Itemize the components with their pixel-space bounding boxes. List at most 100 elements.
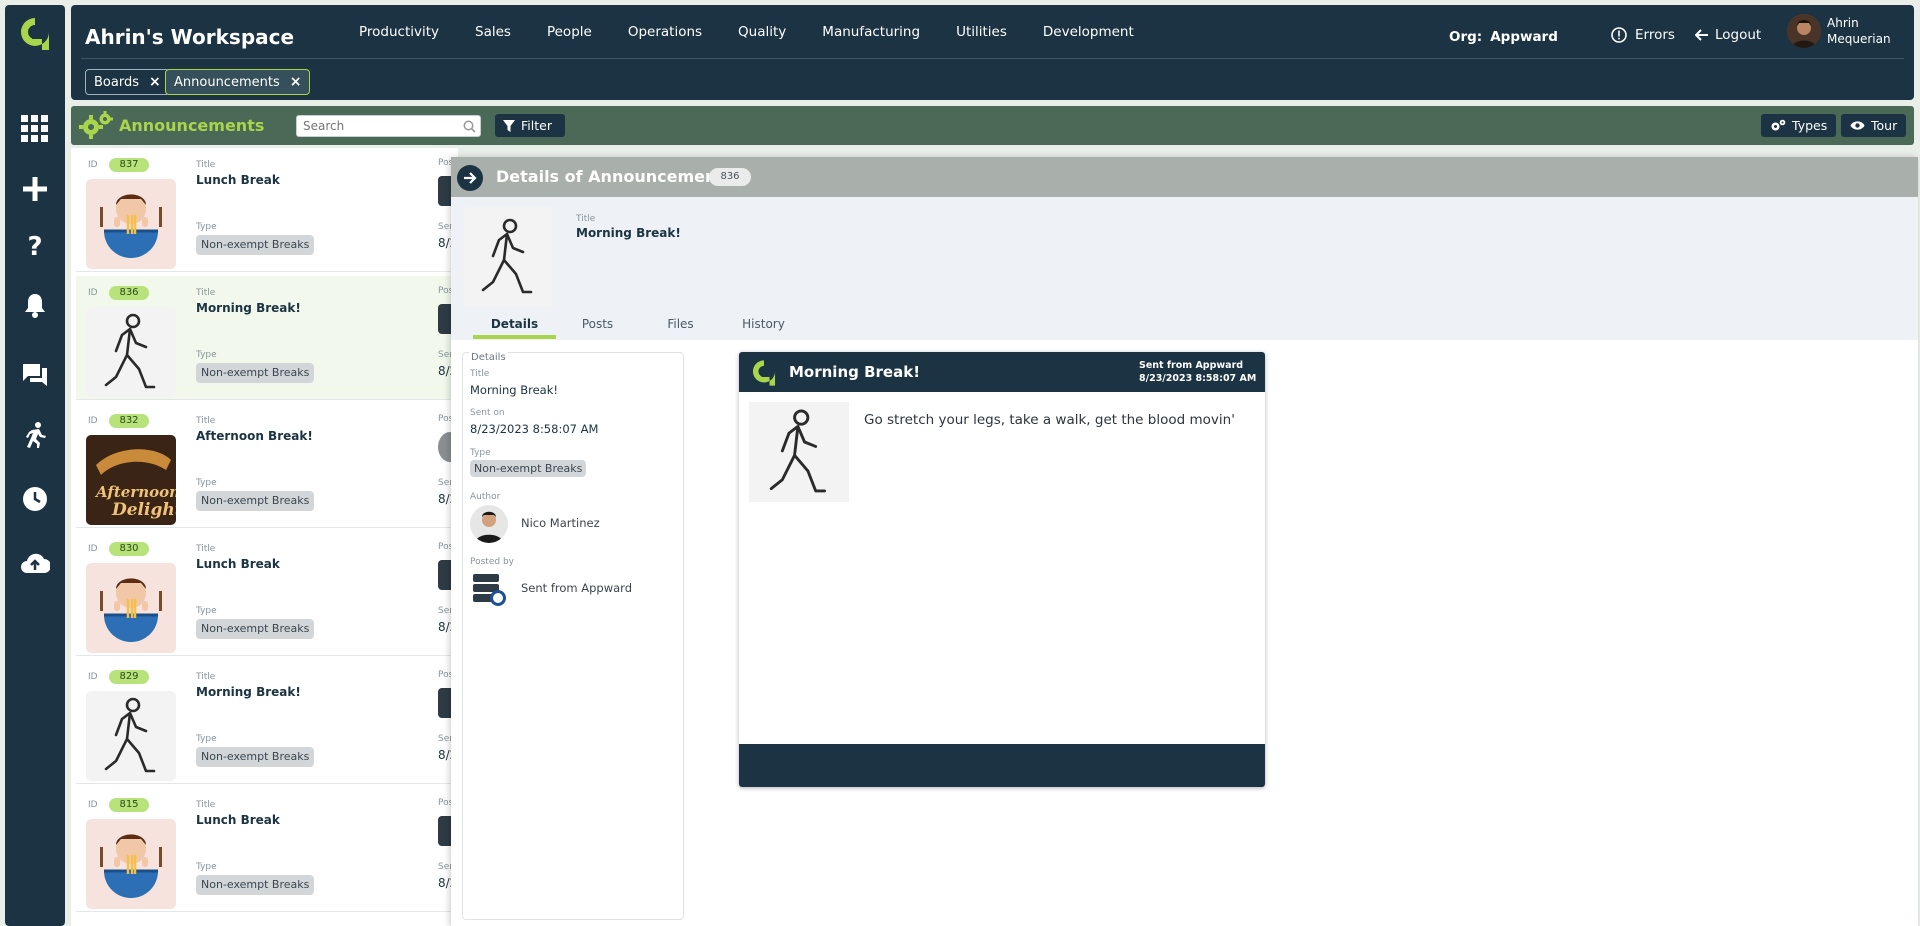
collapse-panel-button[interactable] (457, 165, 483, 191)
org-indicator: Org: Appward (1449, 29, 1558, 45)
module-title: Announcements (119, 116, 265, 135)
types-button[interactable]: Types (1761, 114, 1837, 137)
nav-quality[interactable]: Quality (738, 24, 786, 40)
nav-operations[interactable]: Operations (628, 24, 702, 40)
left-rail: ? (5, 5, 65, 926)
tour-button[interactable]: Tour (1841, 114, 1907, 137)
server-icon (470, 570, 508, 608)
org-name: Appward (1490, 29, 1558, 45)
item-title: Lunch Break (196, 557, 280, 571)
nav-manufacturing[interactable]: Manufacturing (822, 24, 920, 40)
funnel-icon (503, 119, 515, 132)
clock-icon[interactable] (19, 483, 51, 515)
type-tag: Non-exempt Breaks (196, 875, 315, 895)
search-icon[interactable] (463, 118, 476, 137)
announcement-detail-panel: Details of Announcement 836 Title Mornin… (451, 157, 1918, 926)
logout-label: Logout (1715, 27, 1762, 43)
walker-thumbnail (749, 402, 849, 502)
id-badge: 815 (109, 798, 149, 812)
id-badge: 829 (109, 670, 149, 684)
list-item[interactable]: ID 832 Afternoon Delight Title Afternoon … (76, 404, 458, 528)
id-badge: 832 (109, 414, 149, 428)
nav-people[interactable]: People (547, 24, 592, 40)
noodles-thumbnail (86, 563, 176, 653)
preview-body: Go stretch your legs, take a walk, get t… (864, 412, 1235, 428)
eye-icon (1850, 121, 1865, 130)
org-label: Org: (1449, 29, 1483, 45)
item-title: Lunch Break (196, 813, 280, 827)
nav-productivity[interactable]: Productivity (359, 24, 439, 40)
filter-button[interactable]: Filter (495, 114, 565, 137)
svg-text:Afternoon: Afternoon (94, 483, 176, 501)
detail-title-value: Morning Break! (470, 383, 558, 397)
chat-icon[interactable] (19, 359, 51, 391)
list-item[interactable]: ID 815 Title Lunch Break Type Non-exempt… (76, 788, 458, 912)
preview-title: Morning Break! (789, 363, 921, 381)
item-title: Morning Break! (196, 301, 301, 315)
types-label: Types (1792, 118, 1828, 133)
plus-icon[interactable] (19, 173, 51, 205)
help-icon[interactable]: ? (19, 229, 51, 261)
detail-type-tag: Non-exempt Breaks (470, 460, 587, 477)
preview-sent-info: Sent from Appward 8/23/2023 8:58:07 AM (1139, 360, 1257, 384)
nav-sales[interactable]: Sales (475, 24, 511, 40)
cloud-upload-icon[interactable] (19, 547, 51, 579)
preview-header: Morning Break! Sent from Appward 8/23/20… (739, 352, 1265, 392)
search-input[interactable] (296, 115, 481, 137)
close-icon[interactable]: × (149, 74, 161, 90)
close-icon[interactable]: × (290, 74, 302, 90)
tab-posts[interactable]: Posts (556, 317, 639, 339)
appward-logo-icon (749, 358, 779, 392)
noodles-thumbnail (86, 819, 176, 909)
module-toolbar: Announcements Filter Types Tour (71, 106, 1914, 145)
svg-text:?: ? (27, 232, 42, 258)
gears-icon (79, 111, 113, 143)
list-item[interactable]: ID 837 Title Lunch Break Type Non-exempt… (76, 148, 458, 272)
tab-files[interactable]: Files (639, 317, 722, 339)
list-item[interactable]: ID 836 Title Morning Break! Type Non-exe… (76, 276, 458, 400)
open-tab-label: Announcements (174, 74, 280, 90)
detail-tabs: Details Posts Files History (473, 317, 805, 339)
detail-summary-title: Morning Break! (576, 226, 681, 240)
errors-button[interactable]: Errors (1611, 27, 1675, 43)
walker-thumbnail (463, 207, 553, 307)
noodles-thumbnail (86, 179, 176, 269)
detail-id-badge: 836 (709, 168, 751, 186)
logout-button[interactable]: Logout (1695, 27, 1761, 43)
top-header: Ahrin's Workspace Productivity Sales Peo… (71, 5, 1914, 100)
walker-thumbnail (86, 691, 176, 781)
open-tab-boards[interactable]: Boards × (85, 69, 170, 95)
main-nav: Productivity Sales People Operations Qua… (359, 5, 1170, 59)
detail-sent-value: 8/23/2023 8:58:07 AM (470, 422, 599, 436)
preview-footer (739, 744, 1265, 787)
bell-icon[interactable] (19, 289, 51, 321)
item-title: Afternoon Break! (196, 429, 313, 443)
nav-development[interactable]: Development (1043, 24, 1134, 40)
user-avatar (1787, 14, 1821, 48)
arrow-left-icon (1695, 29, 1708, 41)
tour-label: Tour (1871, 118, 1898, 133)
list-item[interactable]: ID 829 Title Morning Break! Type Non-exe… (76, 660, 458, 784)
tab-details[interactable]: Details (473, 317, 556, 339)
type-tag: Non-exempt Breaks (196, 363, 315, 383)
nav-utilities[interactable]: Utilities (956, 24, 1007, 40)
detail-header: Details of Announcement 836 (451, 157, 1918, 197)
header-divider (81, 58, 1904, 59)
user-name: Ahrin Mequerian (1827, 16, 1891, 46)
open-tab-announcements[interactable]: Announcements × (165, 69, 311, 95)
alert-circle-icon (1611, 27, 1627, 43)
gears-icon (1771, 119, 1786, 131)
user-menu[interactable]: Ahrin Mequerian (1787, 14, 1897, 48)
type-tag: Non-exempt Breaks (196, 491, 315, 511)
type-tag: Non-exempt Breaks (196, 235, 315, 255)
author-avatar (470, 505, 508, 543)
announcement-list: ID 837 Title Lunch Break Type Non-exempt… (71, 148, 458, 926)
workspace-title: Ahrin's Workspace (85, 25, 295, 49)
appward-logo-icon[interactable] (18, 15, 52, 53)
posted-by-name: Sent from Appward (521, 581, 632, 595)
list-item[interactable]: ID 830 Title Lunch Break Type Non-exempt… (76, 532, 458, 656)
running-person-icon[interactable] (19, 419, 51, 451)
tab-history[interactable]: History (722, 317, 805, 339)
apps-grid-icon[interactable] (19, 113, 51, 145)
id-badge: 837 (109, 158, 149, 172)
